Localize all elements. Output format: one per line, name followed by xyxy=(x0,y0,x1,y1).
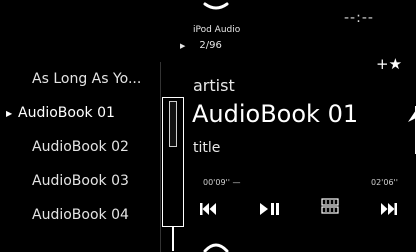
play-pause-icon xyxy=(260,203,279,215)
bottom-pull-tab[interactable] xyxy=(203,240,229,252)
skip-next-icon xyxy=(381,203,397,215)
list-item-selected[interactable]: ▶ AudioBook 01 xyxy=(0,96,160,130)
list-item-label: AudioBook 02 xyxy=(32,139,129,155)
selected-marker-icon: ▶ xyxy=(6,108,13,118)
scrollbar-thumb[interactable] xyxy=(169,101,177,147)
repeat-icon xyxy=(321,198,339,214)
track-list: As Long As Yo... ▶ AudioBook 01 AudioBoo… xyxy=(0,62,160,232)
artist-name: artist xyxy=(193,76,235,95)
list-item-label: AudioBook 01 xyxy=(18,105,115,121)
elapsed-time: 00'09'' — xyxy=(203,178,241,187)
track-position-value: 2/96 xyxy=(199,40,222,51)
top-pull-tab[interactable] xyxy=(203,2,229,12)
chevron-down-icon xyxy=(203,2,229,10)
list-item-label: AudioBook 03 xyxy=(32,173,129,189)
total-time: 02'06'' xyxy=(371,178,398,187)
song-title: AudioBook 01 xyxy=(192,100,359,128)
ipod-audio-screen: iPod Audio ▶ 2/96 --:-- As Long As Yo...… xyxy=(0,0,416,252)
list-item[interactable]: As Long As Yo... xyxy=(0,62,160,96)
chevron-up-icon xyxy=(203,243,229,252)
list-item[interactable]: AudioBook 02 xyxy=(0,130,160,164)
add-favorite-button[interactable]: +★ xyxy=(376,55,402,73)
track-position: ▶ 2/96 xyxy=(180,40,222,51)
repeat-button[interactable] xyxy=(318,194,342,218)
list-item-label: AudioBook 04 xyxy=(32,207,129,223)
side-panel-arrow-icon[interactable] xyxy=(405,96,416,156)
previous-button[interactable] xyxy=(198,199,220,219)
play-status-icon: ▶ xyxy=(180,41,186,50)
source-label: iPod Audio xyxy=(193,25,241,35)
list-item[interactable]: AudioBook 04 xyxy=(0,198,160,232)
skip-previous-icon xyxy=(200,203,216,215)
next-button[interactable] xyxy=(377,199,399,219)
list-item[interactable]: AudioBook 03 xyxy=(0,164,160,198)
list-item-label: As Long As Yo... xyxy=(32,71,142,87)
play-pause-button[interactable] xyxy=(258,199,282,219)
scrollbar-stem xyxy=(172,227,174,251)
clock: --:-- xyxy=(344,10,374,26)
list-divider xyxy=(160,62,161,252)
album-title: title xyxy=(193,140,221,156)
